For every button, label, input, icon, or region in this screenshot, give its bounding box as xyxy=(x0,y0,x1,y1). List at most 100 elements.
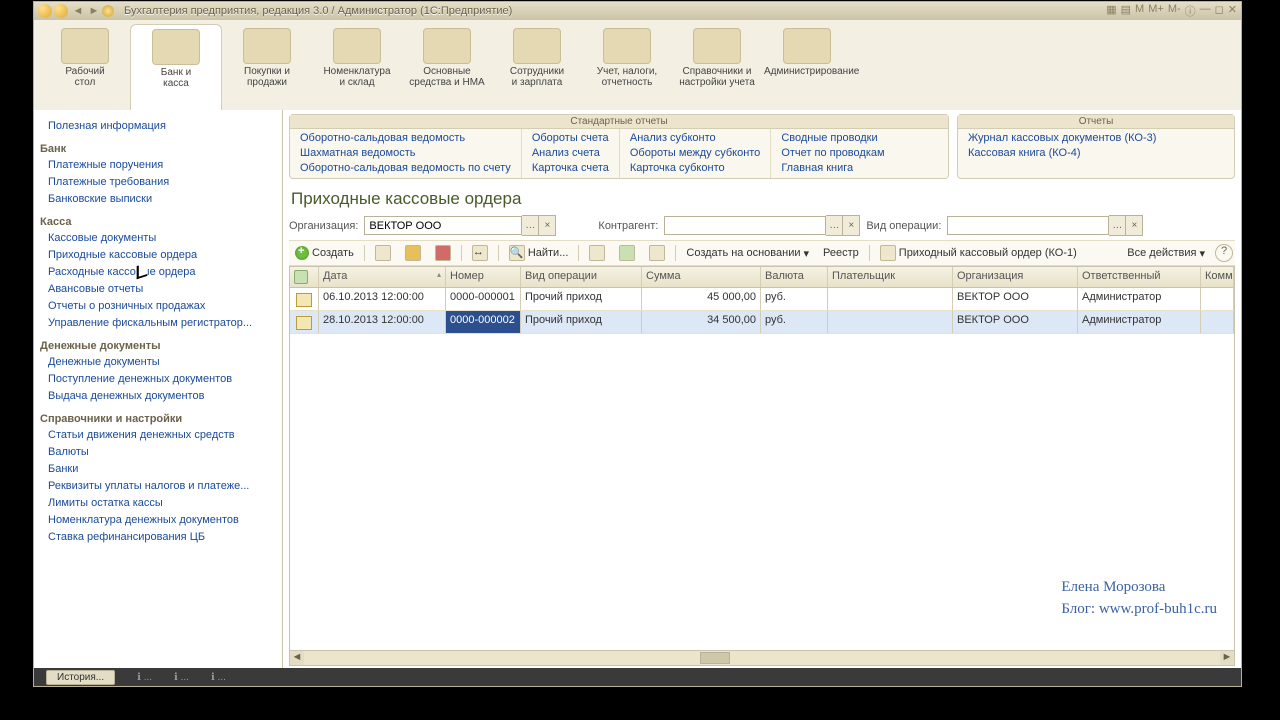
nav-link[interactable]: Денежные документы xyxy=(40,354,276,371)
tab-refs[interactable]: Справочники инастройки учета xyxy=(672,24,762,110)
tool-icon[interactable]: M xyxy=(1135,3,1144,19)
back-icon[interactable]: ◄ xyxy=(72,5,84,17)
tool-icon[interactable]: ▦ xyxy=(1106,3,1116,19)
report-link[interactable]: Анализ субконто xyxy=(630,131,760,146)
nav-link[interactable]: Управление фискальным регистратор... xyxy=(40,315,276,332)
optype-select-icon[interactable]: … xyxy=(1109,215,1126,236)
table-row[interactable]: 06.10.2013 12:00:000000-000001Прочий при… xyxy=(290,288,1234,311)
org-clear-icon[interactable]: × xyxy=(539,215,556,236)
copy-button[interactable] xyxy=(371,244,395,262)
optype-input[interactable] xyxy=(947,216,1109,235)
report-link[interactable]: Шахматная ведомость xyxy=(300,146,511,161)
counterparty-input[interactable] xyxy=(664,216,826,235)
nav-link[interactable]: Кассовые документы xyxy=(40,230,276,247)
all-actions-button[interactable]: Все действия ▾ xyxy=(1123,246,1209,261)
favorite-icon[interactable] xyxy=(102,5,114,17)
nav-link[interactable]: Ставка рефинансирования ЦБ xyxy=(40,529,276,546)
close-icon[interactable]: ✕ xyxy=(1228,3,1237,19)
nav-link[interactable]: Выдача денежных документов xyxy=(40,388,276,405)
forward-icon[interactable]: ► xyxy=(88,5,100,17)
org-select-icon[interactable]: … xyxy=(522,215,539,236)
col-currency[interactable]: Валюта xyxy=(761,267,828,287)
col-sum[interactable]: Сумма xyxy=(642,267,761,287)
create-button[interactable]: Создать xyxy=(291,245,358,261)
filter-button[interactable] xyxy=(585,244,609,262)
edit-button[interactable] xyxy=(401,244,425,262)
nav-link[interactable]: Лимиты остатка кассы xyxy=(40,495,276,512)
scroll-right-icon[interactable]: ► xyxy=(1220,651,1234,665)
nav-link[interactable]: Платежные требования xyxy=(40,174,276,191)
tool-icon[interactable]: M+ xyxy=(1148,3,1164,19)
history-button[interactable]: История... xyxy=(46,670,115,685)
find-button[interactable]: 🔍Найти... xyxy=(505,244,573,262)
col-icon[interactable] xyxy=(290,267,319,287)
report-link[interactable]: Главная книга xyxy=(781,161,884,176)
col-responsible[interactable]: Ответственный xyxy=(1078,267,1201,287)
app-icon xyxy=(38,4,52,18)
tool-icon[interactable]: ▤ xyxy=(1121,3,1131,19)
tab-sales[interactable]: Покупки ипродажи xyxy=(222,24,312,110)
nav-useful-info[interactable]: Полезная информация xyxy=(40,118,276,135)
more-button[interactable] xyxy=(645,244,669,262)
dt-button[interactable] xyxy=(615,244,639,262)
scroll-left-icon[interactable]: ◄ xyxy=(290,651,304,665)
tab-accounting[interactable]: Учет, налоги,отчетность xyxy=(582,24,672,110)
col-date[interactable]: Дата▴ xyxy=(319,267,446,287)
nav-link[interactable]: Поступление денежных документов xyxy=(40,371,276,388)
help-button[interactable]: ? xyxy=(1215,244,1233,262)
refresh-button[interactable]: ↔ xyxy=(468,244,492,262)
report-link[interactable]: Отчет по проводкам xyxy=(781,146,884,161)
report-link[interactable]: Журнал кассовых документов (КО-3) xyxy=(968,131,1156,146)
nav-group: Денежные документы xyxy=(40,340,276,352)
nav-link[interactable]: Отчеты о розничных продажах xyxy=(40,298,276,315)
col-optype[interactable]: Вид операции xyxy=(521,267,642,287)
tab-bank-cash[interactable]: Банк икасса xyxy=(130,24,222,111)
tab-admin[interactable]: Администрирование xyxy=(762,24,852,110)
report-link[interactable]: Карточка счета xyxy=(532,161,609,176)
tool-icon[interactable]: M- xyxy=(1168,3,1181,19)
optype-label: Вид операции: xyxy=(866,220,941,232)
counterparty-select-icon[interactable]: … xyxy=(826,215,843,236)
create-basis-button[interactable]: Создать на основании ▾ xyxy=(682,246,813,261)
report-link[interactable]: Обороты счета xyxy=(532,131,609,146)
reestr-button[interactable]: Реестр xyxy=(819,246,863,260)
nav-link[interactable]: Валюты xyxy=(40,444,276,461)
nav-link[interactable]: Авансовые отчеты xyxy=(40,281,276,298)
nav-link[interactable]: Приходные кассовые ордера xyxy=(40,247,276,264)
counterparty-clear-icon[interactable]: × xyxy=(843,215,860,236)
nav-link[interactable]: Номенклатура денежных документов xyxy=(40,512,276,529)
tab-hr[interactable]: Сотрудникии зарплата xyxy=(492,24,582,110)
tab-assets[interactable]: Основныесредства и НМА xyxy=(402,24,492,110)
org-input[interactable] xyxy=(364,216,522,235)
hscrollbar[interactable]: ◄ ► xyxy=(290,650,1234,665)
report-link[interactable]: Оборотно-сальдовая ведомость xyxy=(300,131,511,146)
tab-inventory[interactable]: Номенклатураи склад xyxy=(312,24,402,110)
tab-desktop[interactable]: Рабочийстол xyxy=(40,24,130,110)
minimize-icon[interactable]: — xyxy=(1200,3,1211,19)
report-link[interactable]: Кассовая книга (КО-4) xyxy=(968,146,1156,161)
nav-link[interactable]: Банковские выписки xyxy=(40,191,276,208)
nav-link[interactable]: Банки xyxy=(40,461,276,478)
col-number[interactable]: Номер xyxy=(446,267,521,287)
col-payer[interactable]: Плательщик xyxy=(828,267,953,287)
print-button[interactable]: Приходный кассовый ордер (КО-1) xyxy=(876,244,1081,262)
help-icon[interactable]: ⓘ xyxy=(1185,3,1196,19)
report-link[interactable]: Карточка субконто xyxy=(630,161,760,176)
report-link[interactable]: Анализ счета xyxy=(532,146,609,161)
org-label: Организация: xyxy=(289,220,358,232)
nav-link[interactable]: Статьи движения денежных средств xyxy=(40,427,276,444)
nav-link[interactable]: Платежные поручения xyxy=(40,157,276,174)
report-link[interactable]: Оборотно-сальдовая ведомость по счету xyxy=(300,161,511,176)
maximize-icon[interactable]: ◻ xyxy=(1215,3,1224,19)
table-row[interactable]: 28.10.2013 12:00:000000-000002Прочий при… xyxy=(290,311,1234,334)
report-link[interactable]: Сводные проводки xyxy=(781,131,884,146)
scroll-thumb[interactable] xyxy=(700,652,730,664)
menu-icon[interactable] xyxy=(54,4,68,18)
report-link[interactable]: Обороты между субконто xyxy=(630,146,760,161)
nav-link[interactable]: Реквизиты уплаты налогов и платеже... xyxy=(40,478,276,495)
col-comment[interactable]: Коммент xyxy=(1201,267,1234,287)
col-org[interactable]: Организация xyxy=(953,267,1078,287)
nav-link[interactable]: Расходные кассовые ордера xyxy=(40,264,276,281)
optype-clear-icon[interactable]: × xyxy=(1126,215,1143,236)
delete-button[interactable] xyxy=(431,244,455,262)
